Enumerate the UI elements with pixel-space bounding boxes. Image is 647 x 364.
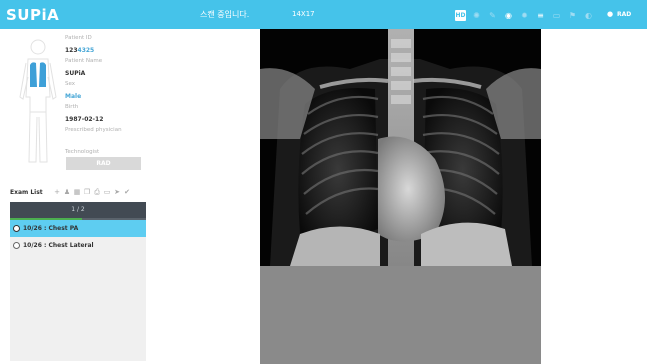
- exam-radio[interactable]: [13, 242, 20, 249]
- print-icon[interactable]: ⎙: [92, 188, 102, 197]
- hd-icon[interactable]: HD: [455, 9, 466, 21]
- info-icon[interactable]: ◐: [583, 10, 594, 21]
- scan-status: 스캔 중입니다.: [200, 10, 250, 19]
- patient-id-label: Patient ID: [65, 35, 92, 41]
- patient-id-value: 1234325: [65, 46, 95, 54]
- patient-name-value: SUPiA: [65, 69, 86, 77]
- exam-label: 10/26 : Chest PA: [23, 225, 79, 232]
- user-icon[interactable]: ●: [607, 10, 613, 18]
- exam-row[interactable]: 10/26 : Chest PA: [10, 220, 146, 237]
- flag-icon[interactable]: ⚑: [567, 10, 578, 21]
- check-icon[interactable]: ✔: [122, 188, 132, 197]
- app-logo: SUPiA: [6, 6, 60, 24]
- patient-name-label: Patient Name: [65, 58, 103, 64]
- database-icon[interactable]: ≡: [535, 10, 546, 21]
- birth-label: Birth: [65, 104, 79, 110]
- calendar-icon[interactable]: ▦: [72, 188, 82, 197]
- exam-pager[interactable]: 1 / 2: [10, 202, 146, 218]
- exam-radio[interactable]: [13, 225, 20, 232]
- patient-panel: Patient ID 1234325 Patient Name SUPiA Se…: [0, 29, 150, 364]
- monitor-small-icon[interactable]: ▭: [102, 188, 112, 197]
- exam-row[interactable]: 10/26 : Chest Lateral: [10, 237, 146, 254]
- sex-value: Male: [65, 92, 82, 100]
- exposure-icon[interactable]: ✺: [471, 10, 482, 21]
- image-viewer[interactable]: [260, 29, 541, 364]
- technologist-select[interactable]: RAD: [66, 157, 141, 170]
- send-icon[interactable]: ➤: [112, 188, 122, 197]
- body-part-figure[interactable]: [18, 37, 58, 167]
- person-icon[interactable]: ♟: [62, 188, 72, 197]
- add-icon[interactable]: +: [52, 188, 62, 197]
- exam-list-title: Exam List: [10, 189, 43, 196]
- technologist-label: Technologist: [65, 149, 100, 155]
- exam-toolbar: + ♟ ▦ ❐ ⎙ ▭ ➤ ✔: [52, 188, 132, 197]
- patient-info: Patient ID 1234325 Patient Name SUPiA Se…: [65, 33, 145, 137]
- link-icon[interactable]: ✎: [487, 10, 498, 21]
- user-label[interactable]: RAD: [617, 11, 631, 18]
- birth-value: 1987-02-12: [65, 115, 104, 123]
- monitor-icon[interactable]: ▭: [551, 10, 562, 21]
- exam-list: 1 / 2 10/26 : Chest PA 10/26 : Chest Lat…: [10, 202, 146, 361]
- copy-icon[interactable]: ❐: [82, 188, 92, 197]
- exam-label: 10/26 : Chest Lateral: [23, 242, 94, 249]
- exam-list-header: Exam List + ♟ ▦ ❐ ⎙ ▭ ➤ ✔: [10, 187, 150, 199]
- detector-size: 14X17: [292, 10, 315, 18]
- record-icon[interactable]: ◉: [503, 10, 514, 21]
- sex-label: Sex: [65, 81, 76, 87]
- settings-icon[interactable]: ✹: [519, 10, 530, 21]
- xray-image[interactable]: [260, 29, 541, 266]
- top-bar: SUPiA 스캔 중입니다. 14X17 HD ✺ ✎ ◉ ✹ ≡ ▭ ⚑ ◐ …: [0, 0, 647, 29]
- physician-label: Prescribed physician: [65, 127, 122, 133]
- toolbar-icons: HD ✺ ✎ ◉ ✹ ≡ ▭ ⚑ ◐: [455, 9, 599, 21]
